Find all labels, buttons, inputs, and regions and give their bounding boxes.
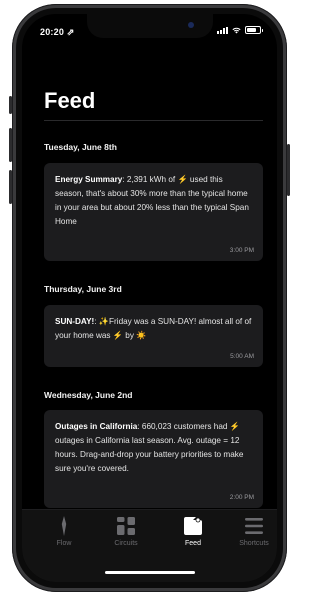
title-divider: [44, 120, 263, 121]
feed-card-heading: Outages in California: [55, 422, 138, 431]
tab-shortcuts[interactable]: Shortcuts: [226, 516, 277, 547]
tab-feed[interactable]: Feed: [165, 516, 221, 547]
feed-card-sun-day[interactable]: SUN-DAY!: ✨Friday was a SUN-DAY! almost …: [44, 305, 263, 367]
feed-date: Thursday, June 3rd: [44, 284, 122, 294]
status-icons: [217, 26, 263, 34]
feed-icon: [184, 517, 202, 535]
feed-card-time: 2:00 PM: [229, 494, 254, 501]
screen: 20:20 ⇗ Feed Tuesday, June 8th Energy Su…: [22, 14, 277, 582]
tab-label: Flow: [56, 540, 72, 547]
tab-label: Feed: [185, 540, 201, 547]
tab-flow[interactable]: Flow: [36, 516, 92, 547]
feed-card-text-part: : 2,391 kWh of: [122, 175, 178, 184]
notch: [87, 14, 213, 38]
status-time: 20:20 ⇗: [40, 27, 75, 37]
bezel: 20:20 ⇗ Feed Tuesday, June 8th Energy Su…: [16, 8, 283, 588]
feed-card-text-part: : 660,023 customers had: [137, 422, 230, 431]
feed-date: Tuesday, June 8th: [44, 142, 117, 152]
mute-switch: [9, 96, 12, 114]
phone-frame: 20:20 ⇗ Feed Tuesday, June 8th Energy Su…: [9, 4, 290, 592]
wifi-icon: [232, 27, 241, 33]
tab-circuits[interactable]: Circuits: [98, 516, 154, 547]
feed-card-text-part: outages in California last season. Avg. …: [55, 435, 244, 473]
feed-card-outages[interactable]: Outages in California: 660,023 customers…: [44, 410, 263, 508]
feed-card-energy-summary[interactable]: Energy Summary: 2,391 kWh of ⚡ used this…: [44, 163, 263, 261]
shortcuts-icon: [245, 518, 263, 534]
volume-up-button: [9, 128, 12, 162]
feed-card-heading: SUN-DAY!: [55, 317, 95, 326]
feed-card-text: Energy Summary: 2,391 kWh of ⚡ used this…: [55, 173, 252, 229]
feed-card-text: Outages in California: 660,023 customers…: [55, 420, 252, 476]
cellular-signal-icon: [217, 26, 228, 34]
lightning-icon: ⚡: [177, 175, 188, 184]
flow-icon: [61, 516, 67, 536]
volume-down-button: [9, 170, 12, 204]
battery-icon: [245, 26, 263, 34]
lightning-icon: ⚡: [112, 330, 123, 340]
feed-card-time: 5:00 AM: [230, 353, 254, 360]
lightning-icon: ⚡: [229, 422, 240, 431]
feed-card-text-part: by: [123, 330, 137, 340]
sun-icon: ☀️: [136, 330, 147, 340]
tab-label: Shortcuts: [239, 540, 269, 547]
front-camera: [188, 22, 194, 28]
home-indicator[interactable]: [104, 571, 195, 574]
feed-date: Wednesday, June 2nd: [44, 390, 133, 400]
tab-label: Circuits: [114, 540, 138, 547]
power-button: [287, 144, 290, 196]
page-title: Feed: [44, 88, 96, 113]
tab-bar: Flow Circuits Feed Shortcuts: [22, 509, 277, 582]
feed-card-time: 3:00 PM: [229, 247, 254, 254]
feed-card-text: SUN-DAY!: ✨Friday was a SUN-DAY! almost …: [55, 315, 252, 343]
circuits-icon: [117, 517, 135, 535]
feed-card-heading: Energy Summary: [55, 175, 123, 184]
